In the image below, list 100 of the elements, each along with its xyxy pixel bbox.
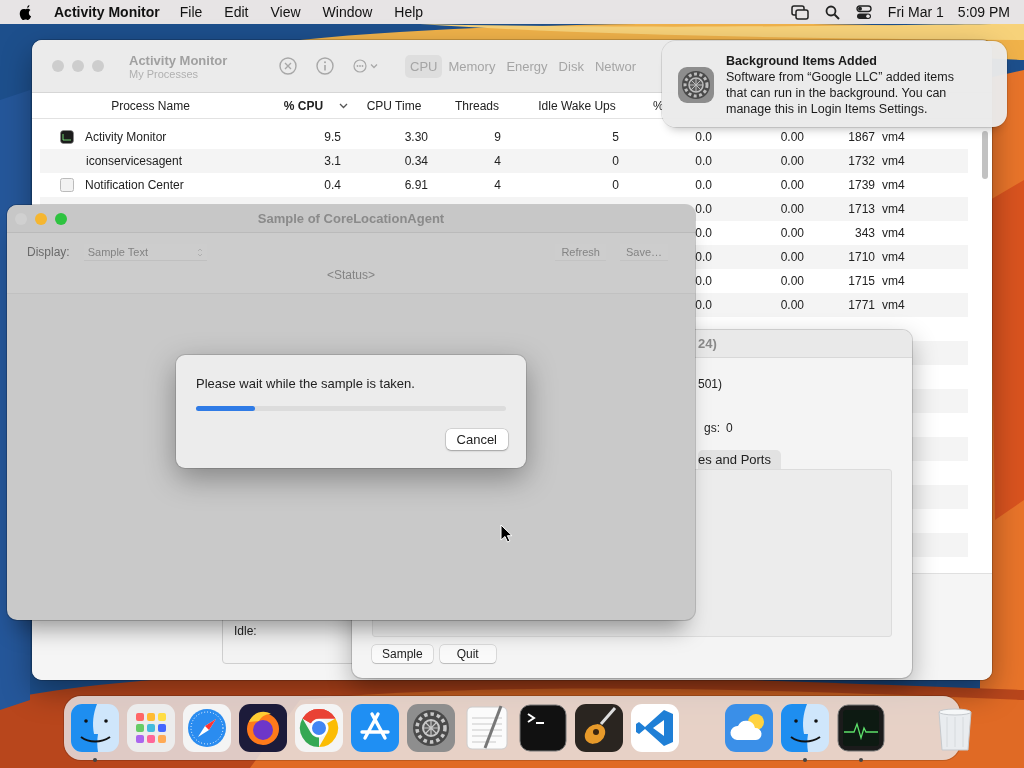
compass-icon[interactable]	[183, 704, 231, 752]
table-cell: 0.00	[780, 154, 804, 168]
table-cell: vm4	[882, 274, 905, 288]
cloud-sun-icon[interactable]	[725, 704, 773, 752]
control-center-icon[interactable]	[855, 4, 872, 20]
push-button[interactable]: Sample	[372, 645, 433, 663]
heartbeat-monitor-icon[interactable]	[837, 704, 885, 752]
column-header[interactable]: Threads	[455, 98, 499, 113]
table-cell: 1739	[848, 178, 875, 192]
field-value: 0	[726, 421, 733, 435]
field-value: 501)	[698, 377, 723, 391]
table-cell: 0.00	[780, 226, 804, 240]
table-cell: 5	[612, 130, 619, 144]
status-text: <Status>	[326, 268, 375, 282]
window-subtitle: My Processes	[129, 67, 200, 80]
table-cell: 0.0	[695, 250, 712, 264]
fox-globe-icon[interactable]	[239, 704, 287, 752]
screen-mirroring-icon[interactable]	[790, 4, 809, 20]
menu-item[interactable]: View	[270, 4, 301, 20]
smiling-face-icon[interactable]	[781, 704, 829, 752]
process-name: Notification Center	[85, 178, 184, 192]
table-cell: 0.0	[695, 202, 712, 216]
table-cell: vm4	[882, 154, 905, 168]
app-grid-icon[interactable]	[127, 704, 175, 752]
column-header[interactable]: % CPU	[283, 98, 324, 113]
table-cell: 0.00	[780, 274, 804, 288]
table-cell: 4	[494, 178, 501, 192]
table-cell: 6.91	[404, 178, 428, 192]
column-header[interactable]: CPU Time	[366, 98, 422, 113]
notification-body: Software from “Google LLC” added items that can run in the background. You can manage this in Login Items Settings.	[726, 69, 954, 117]
apple-icon[interactable]	[19, 3, 34, 21]
table-cell: 1713	[848, 202, 875, 216]
table-cell: 0.0	[695, 226, 712, 240]
gear-icon	[677, 66, 715, 104]
table-cell: 4	[494, 154, 501, 168]
table-cell: 0.00	[780, 130, 804, 144]
monitor-app-icon	[60, 130, 74, 144]
table-cell: 3.1	[324, 154, 341, 168]
push-button[interactable]: Quit	[439, 645, 496, 663]
table-cell: 1732	[848, 154, 875, 168]
column-header[interactable]: Idle Wake Ups	[538, 98, 616, 113]
sheet-message: Please wait while the sample is taken.	[196, 376, 416, 391]
table-cell: 0	[612, 154, 619, 168]
table-cell: 0.00	[780, 298, 804, 312]
notepad-icon[interactable]	[463, 704, 511, 752]
table-cell: 1867	[848, 130, 875, 144]
table-cell: 1771	[848, 298, 875, 312]
app-menu[interactable]: Activity Monitor	[54, 4, 160, 20]
guitar-icon[interactable]	[575, 704, 623, 752]
table-cell: vm4	[882, 250, 905, 264]
table-cell: 0.4	[324, 178, 341, 192]
search-icon[interactable]	[824, 4, 840, 20]
table-cell: 0.00	[780, 178, 804, 192]
folded-ribbon-icon[interactable]	[631, 704, 679, 752]
field-label: Display:	[27, 245, 70, 259]
field-label: gs:	[704, 421, 720, 435]
table-cell: vm4	[882, 298, 905, 312]
table-cell: 9.5	[324, 130, 341, 144]
menu-bar-clock[interactable]: 5:09 PM	[957, 4, 1010, 20]
cancel-button[interactable]: Cancel	[445, 429, 508, 450]
menu-bar-date[interactable]: Fri Mar 1	[887, 4, 944, 20]
terminal-icon[interactable]	[519, 704, 567, 752]
process-name: Activity Monitor	[85, 130, 167, 144]
table-cell: 9	[494, 130, 501, 144]
menu-item[interactable]: File	[179, 4, 203, 20]
table-cell: 3.30	[404, 130, 428, 144]
table-cell: vm4	[882, 226, 905, 240]
table-cell: 1715	[848, 274, 875, 288]
table-cell: 0.0	[695, 178, 712, 192]
blank-app-icon	[60, 178, 74, 192]
window-title: Sample of CoreLocationAgent	[257, 211, 445, 226]
menu-item[interactable]: Edit	[224, 4, 249, 20]
gear-icon[interactable]	[407, 704, 455, 752]
process-name: iconservicesagent	[86, 154, 183, 168]
table-cell: 0.34	[404, 154, 428, 168]
table-cell: 0.0	[695, 154, 712, 168]
table-cell: 0	[612, 178, 619, 192]
table-cell: vm4	[882, 130, 905, 144]
table-cell: 343	[854, 226, 875, 240]
table-cell: 0.0	[695, 274, 712, 288]
table-cell: vm4	[882, 178, 905, 192]
column-header[interactable]: %	[653, 98, 664, 113]
table-cell: 0.0	[695, 130, 712, 144]
smiling-face-icon[interactable]	[71, 704, 119, 752]
window-title: 24)	[698, 336, 717, 351]
table-cell: 1710	[848, 250, 875, 264]
table-cell: 0.00	[780, 202, 804, 216]
menu-item[interactable]: Window	[322, 4, 373, 20]
cursor-icon	[500, 524, 513, 543]
chevron-down-icon[interactable]	[339, 102, 349, 109]
table-cell: 0.0	[695, 298, 712, 312]
notification-title: Background Items Added	[726, 53, 878, 69]
updown-chevron-icon	[196, 247, 203, 257]
scrollbar-thumb[interactable]	[982, 131, 988, 179]
tab[interactable]: es and Ports	[698, 450, 781, 469]
column-header[interactable]: Process Name	[111, 98, 190, 113]
menu-item[interactable]: Help	[394, 4, 424, 20]
window-title: Activity Monitor	[129, 52, 229, 68]
table-cell: 0.00	[780, 250, 804, 264]
letter-a-icon[interactable]	[351, 704, 399, 752]
